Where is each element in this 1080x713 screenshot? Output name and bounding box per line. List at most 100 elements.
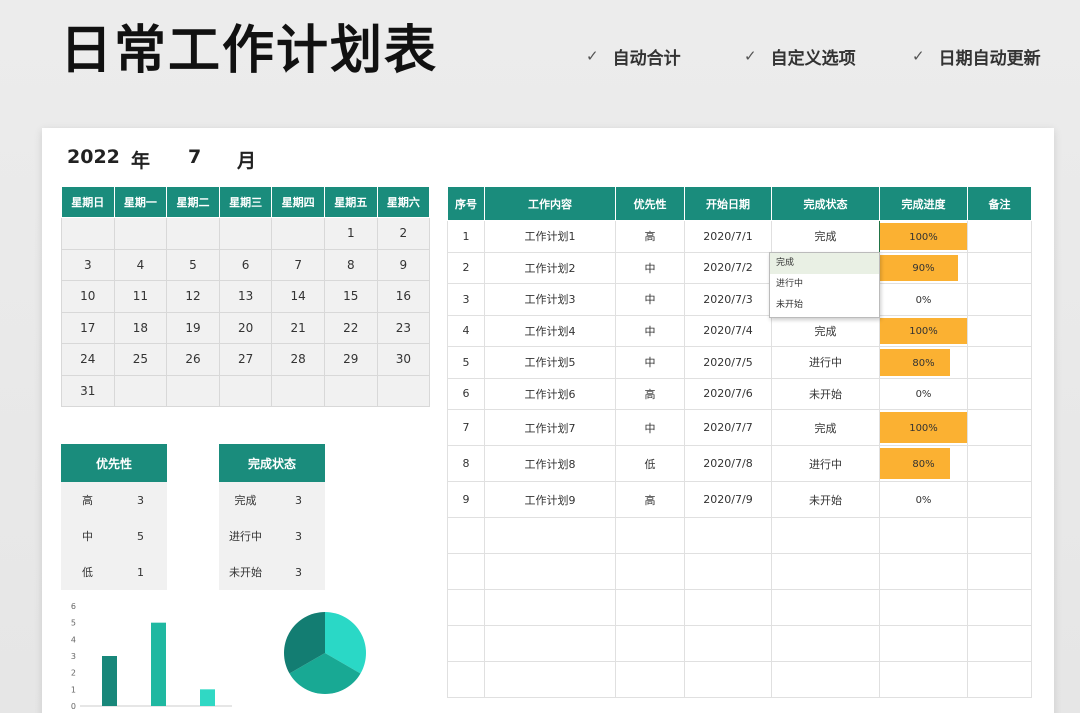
empty-cell[interactable] <box>771 589 880 626</box>
cell-no[interactable]: 2 <box>447 251 485 284</box>
cell-status[interactable]: 未开始 <box>771 377 880 410</box>
calendar-day[interactable]: 1 <box>323 217 378 250</box>
empty-cell[interactable] <box>447 625 485 662</box>
calendar-day[interactable]: 3 <box>61 248 115 281</box>
empty-cell[interactable] <box>684 553 772 590</box>
cell-name[interactable]: 工作计划2 <box>484 251 616 284</box>
cell-note[interactable] <box>967 445 1032 482</box>
calendar-day[interactable]: 27 <box>218 343 273 376</box>
cell-progress[interactable]: 80% <box>879 346 968 379</box>
empty-cell[interactable] <box>771 553 880 590</box>
cell-note[interactable] <box>967 314 1032 347</box>
cell-progress[interactable]: 100% <box>879 409 968 446</box>
calendar-day[interactable] <box>61 217 115 250</box>
cell-name[interactable]: 工作计划9 <box>484 481 616 518</box>
cell-priority[interactable]: 低 <box>615 445 685 482</box>
empty-cell[interactable] <box>967 625 1032 662</box>
calendar-day[interactable]: 15 <box>323 280 378 313</box>
cell-priority[interactable]: 中 <box>615 346 685 379</box>
cell-progress[interactable]: 90% <box>879 251 968 284</box>
calendar-day[interactable]: 11 <box>113 280 168 313</box>
empty-cell[interactable] <box>771 625 880 662</box>
empty-cell[interactable] <box>771 661 880 698</box>
empty-cell[interactable] <box>684 625 772 662</box>
cell-date[interactable]: 2020/7/6 <box>684 377 772 410</box>
cell-note[interactable] <box>967 251 1032 284</box>
calendar-day[interactable]: 4 <box>113 248 168 281</box>
dropdown-option[interactable]: 未开始 <box>770 295 879 316</box>
empty-cell[interactable] <box>615 589 685 626</box>
empty-cell[interactable] <box>484 661 616 698</box>
cell-date[interactable]: 2020/7/1 <box>684 220 772 253</box>
calendar-day[interactable] <box>271 217 325 250</box>
cell-priority[interactable]: 高 <box>615 220 685 253</box>
calendar-day[interactable]: 26 <box>166 343 220 376</box>
cell-progress[interactable]: 0% <box>879 283 968 316</box>
calendar-day[interactable]: 30 <box>376 343 431 376</box>
empty-cell[interactable] <box>447 553 485 590</box>
empty-cell[interactable] <box>879 625 968 662</box>
calendar-day[interactable]: 5 <box>166 248 220 281</box>
cell-name[interactable]: 工作计划1 <box>484 220 616 253</box>
calendar-day[interactable]: 25 <box>113 343 168 376</box>
empty-cell[interactable] <box>484 625 616 662</box>
dropdown-option[interactable]: 进行中 <box>770 274 879 295</box>
cell-priority[interactable]: 中 <box>615 409 685 446</box>
calendar-day[interactable] <box>271 374 325 407</box>
calendar-day[interactable]: 21 <box>271 311 325 344</box>
empty-cell[interactable] <box>484 553 616 590</box>
calendar-day[interactable]: 13 <box>218 280 273 313</box>
cell-priority[interactable]: 中 <box>615 314 685 347</box>
empty-cell[interactable] <box>615 661 685 698</box>
empty-cell[interactable] <box>484 517 616 554</box>
calendar-day[interactable]: 12 <box>166 280 220 313</box>
empty-cell[interactable] <box>447 661 485 698</box>
dropdown-option[interactable]: 完成 <box>770 253 879 274</box>
cell-note[interactable] <box>967 346 1032 379</box>
cell-no[interactable]: 1 <box>447 220 485 253</box>
cell-no[interactable]: 8 <box>447 445 485 482</box>
cell-date[interactable]: 2020/7/8 <box>684 445 772 482</box>
empty-cell[interactable] <box>447 589 485 626</box>
calendar-day[interactable]: 23 <box>376 311 431 344</box>
cell-status[interactable]: 完成 <box>771 409 880 446</box>
cell-status[interactable]: 未开始 <box>771 481 880 518</box>
empty-cell[interactable] <box>879 517 968 554</box>
cell-progress[interactable]: 0% <box>879 377 968 410</box>
empty-cell[interactable] <box>684 517 772 554</box>
cell-name[interactable]: 工作计划3 <box>484 283 616 316</box>
status-dropdown-list[interactable]: 完成 进行中 未开始 <box>769 252 880 318</box>
cell-date[interactable]: 2020/7/7 <box>684 409 772 446</box>
calendar-day[interactable] <box>166 217 220 250</box>
calendar-day[interactable]: 7 <box>271 248 325 281</box>
calendar-day[interactable]: 17 <box>61 311 115 344</box>
cell-status[interactable]: 进行中 <box>771 346 880 379</box>
calendar-day[interactable]: 2 <box>376 217 431 250</box>
cell-date[interactable]: 2020/7/9 <box>684 481 772 518</box>
cell-no[interactable]: 4 <box>447 314 485 347</box>
calendar-day[interactable] <box>113 217 168 250</box>
empty-cell[interactable] <box>879 589 968 626</box>
calendar-day[interactable]: 14 <box>271 280 325 313</box>
calendar-day[interactable]: 8 <box>323 248 378 281</box>
cell-progress[interactable]: 0% <box>879 481 968 518</box>
cell-name[interactable]: 工作计划4 <box>484 314 616 347</box>
empty-cell[interactable] <box>615 517 685 554</box>
calendar-day[interactable]: 20 <box>218 311 273 344</box>
cell-no[interactable]: 6 <box>447 377 485 410</box>
cell-status[interactable]: 进行中 <box>771 445 880 482</box>
cell-note[interactable] <box>967 409 1032 446</box>
cell-status[interactable]: 完成 <box>771 314 880 347</box>
cell-progress[interactable]: 100% <box>879 314 968 347</box>
cell-progress[interactable]: 80% <box>879 445 968 482</box>
cell-no[interactable]: 5 <box>447 346 485 379</box>
cell-date[interactable]: 2020/7/4 <box>684 314 772 347</box>
calendar-day[interactable] <box>218 217 273 250</box>
empty-cell[interactable] <box>684 589 772 626</box>
empty-cell[interactable] <box>967 517 1032 554</box>
empty-cell[interactable] <box>967 553 1032 590</box>
calendar-day[interactable] <box>113 374 168 407</box>
empty-cell[interactable] <box>684 661 772 698</box>
calendar-day[interactable]: 9 <box>376 248 431 281</box>
cell-name[interactable]: 工作计划5 <box>484 346 616 379</box>
